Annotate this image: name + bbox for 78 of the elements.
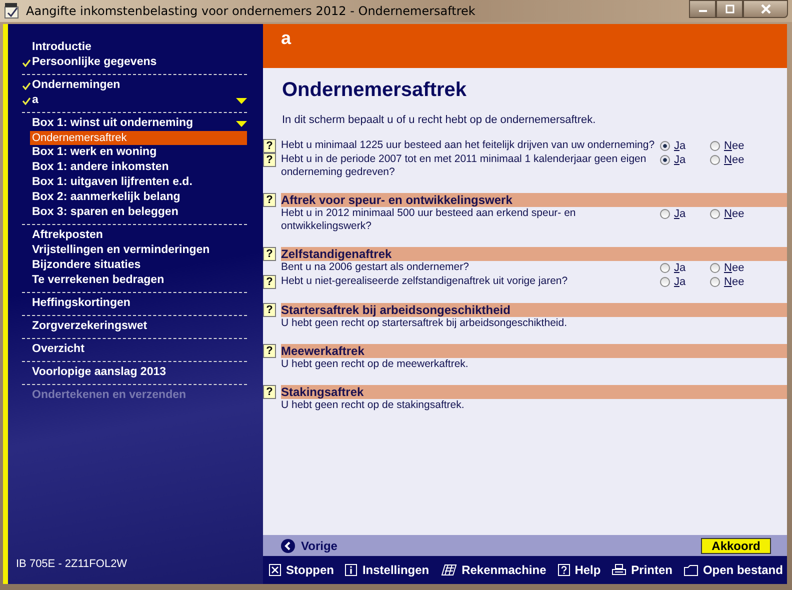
intro-text: In dit scherm bepaalt u of u recht hebt op de ondernemersaftrek. bbox=[282, 114, 597, 126]
sidebar-item[interactable]: Zorgverzekeringswet bbox=[22, 319, 247, 334]
help-button[interactable]: ? bbox=[263, 385, 276, 399]
help-button[interactable]: ? bbox=[263, 303, 276, 317]
sidebar-item[interactable]: Box 1: uitgaven lijfrenten e.d. bbox=[22, 175, 247, 190]
section-heading: Aftrek voor speur- en ontwikkelingswerk bbox=[281, 193, 787, 207]
sidebar-item[interactable]: Overzicht bbox=[22, 342, 247, 357]
question-text: Hebt u minimaal 1225 uur besteed aan het feitelijk drijven van uw onderneming? bbox=[281, 139, 656, 152]
radio-option[interactable]: Nee bbox=[710, 139, 751, 153]
sidebar-item[interactable]: Voorlopige aanslag 2013 bbox=[22, 365, 247, 380]
help-icon bbox=[558, 564, 570, 576]
note-text: U hebt geen recht op startersaftrek bij arbeidsongeschiktheid. bbox=[281, 317, 568, 330]
sidebar-subitem[interactable]: Ondernemersaftrek bbox=[30, 131, 247, 145]
sidebar-item[interactable]: Box 2: aanmerkelijk belang bbox=[22, 190, 247, 205]
sidebar-item[interactable]: Box 1: werk en woning bbox=[22, 145, 247, 160]
section-heading: Zelfstandigenaftrek bbox=[281, 247, 787, 261]
app-icon bbox=[4, 3, 20, 19]
sidebar-item[interactable]: Box 1: andere inkomsten bbox=[22, 160, 247, 175]
sidebar-item[interactable]: Vrijstellingen en verminderingen bbox=[22, 243, 247, 258]
window-title: Aangifte inkomstenbelasting voor ondernemers 2012 - Ondernemersaftrek bbox=[26, 4, 476, 18]
calculator-icon bbox=[440, 564, 457, 576]
question-text: Hebt u in 2012 minimaal 500 uur besteed aan erkend speur- en ontwikkelingswerk? bbox=[281, 207, 577, 233]
close-icon bbox=[758, 3, 772, 15]
sidebar-item[interactable]: Heffingskortingen bbox=[22, 296, 247, 311]
radio-option[interactable]: Ja bbox=[660, 207, 701, 221]
sidebar-item[interactable]: Box 1: winst uit onderneming bbox=[22, 116, 247, 131]
toolbar-button[interactable]: Printen bbox=[610, 563, 674, 577]
toolbar-button[interactable]: Stoppen bbox=[267, 563, 336, 577]
radio-option[interactable]: Ja bbox=[660, 153, 701, 167]
header-title: a bbox=[281, 28, 292, 48]
section-heading: Meewerkaftrek bbox=[281, 344, 787, 358]
radio-option[interactable]: Nee bbox=[710, 207, 751, 221]
toolbar-button[interactable]: Open bestand bbox=[682, 563, 785, 577]
sidebar-item[interactable]: Persoonlijke gegevens bbox=[22, 55, 247, 70]
toolbar-button[interactable]: Rekenmachine bbox=[438, 563, 548, 577]
help-button[interactable]: ? bbox=[263, 247, 276, 261]
help-button[interactable]: ? bbox=[263, 344, 276, 358]
info-icon bbox=[345, 564, 358, 576]
help-button[interactable]: ? bbox=[263, 275, 276, 289]
radio-option[interactable]: Ja bbox=[660, 139, 701, 153]
folder-icon bbox=[684, 564, 698, 576]
radio-option[interactable]: Nee bbox=[710, 261, 751, 275]
sidebar-item[interactable]: Ondernemingen bbox=[22, 78, 247, 93]
section-heading: Stakingsaftrek bbox=[281, 385, 787, 399]
radio-option[interactable]: Nee bbox=[710, 153, 751, 167]
back-button[interactable]: Vorige bbox=[281, 538, 338, 552]
maximize-button[interactable] bbox=[716, 0, 743, 18]
minimize-button[interactable] bbox=[689, 0, 716, 18]
radio-option[interactable]: Ja bbox=[660, 261, 701, 275]
help-button[interactable]: ? bbox=[263, 193, 276, 207]
question-text: Hebt u in de periode 2007 tot en met 2011 minimaal 1 kalenderjaar geen eigen onderneming gedreven? bbox=[281, 153, 648, 179]
check-icon bbox=[22, 59, 31, 67]
help-button[interactable]: ? bbox=[263, 153, 276, 167]
sidebar-item[interactable]: Introductie bbox=[22, 40, 247, 55]
printer-icon bbox=[612, 564, 626, 576]
confirm-button[interactable]: Akkoord bbox=[701, 538, 771, 554]
sidebar-item[interactable]: Te verrekenen bedragen bbox=[22, 273, 247, 288]
sidebar-item[interactable]: Box 3: sparen en beleggen bbox=[22, 205, 247, 220]
section-heading: Startersaftrek bij arbeidsongeschiktheid bbox=[281, 303, 787, 317]
toolbar-button[interactable]: Help bbox=[556, 563, 603, 577]
help-button[interactable]: ? bbox=[263, 139, 276, 153]
radio-option[interactable]: Ja bbox=[660, 275, 701, 289]
dropdown-arrow-icon[interactable] bbox=[236, 120, 247, 126]
close-button[interactable] bbox=[743, 0, 788, 18]
maximize-icon bbox=[724, 4, 736, 14]
sidebar-item[interactable]: a bbox=[22, 93, 247, 108]
close-icon bbox=[269, 564, 281, 576]
radio-option[interactable]: Nee bbox=[710, 275, 751, 289]
sidebar-item[interactable]: Aftrekposten bbox=[22, 228, 247, 243]
dropdown-arrow-icon[interactable] bbox=[236, 98, 247, 104]
question-text: Hebt u niet-gerealiseerde zelfstandigenaftrek uit vorige jaren? bbox=[281, 275, 569, 288]
question-text: Bent u na 2006 gestart als ondernemer? bbox=[281, 261, 470, 274]
note-text: U hebt geen recht op de meewerkaftrek. bbox=[281, 358, 470, 371]
note-text: U hebt geen recht op de stakingsaftrek. bbox=[281, 399, 466, 412]
toolbar-button[interactable]: Instellingen bbox=[343, 563, 432, 577]
page-title: Ondernemersaftrek bbox=[282, 78, 468, 103]
sidebar-item[interactable]: Bijzondere situaties bbox=[22, 258, 247, 273]
form-code: IB 705E - 2Z11FOL2W bbox=[16, 558, 128, 570]
